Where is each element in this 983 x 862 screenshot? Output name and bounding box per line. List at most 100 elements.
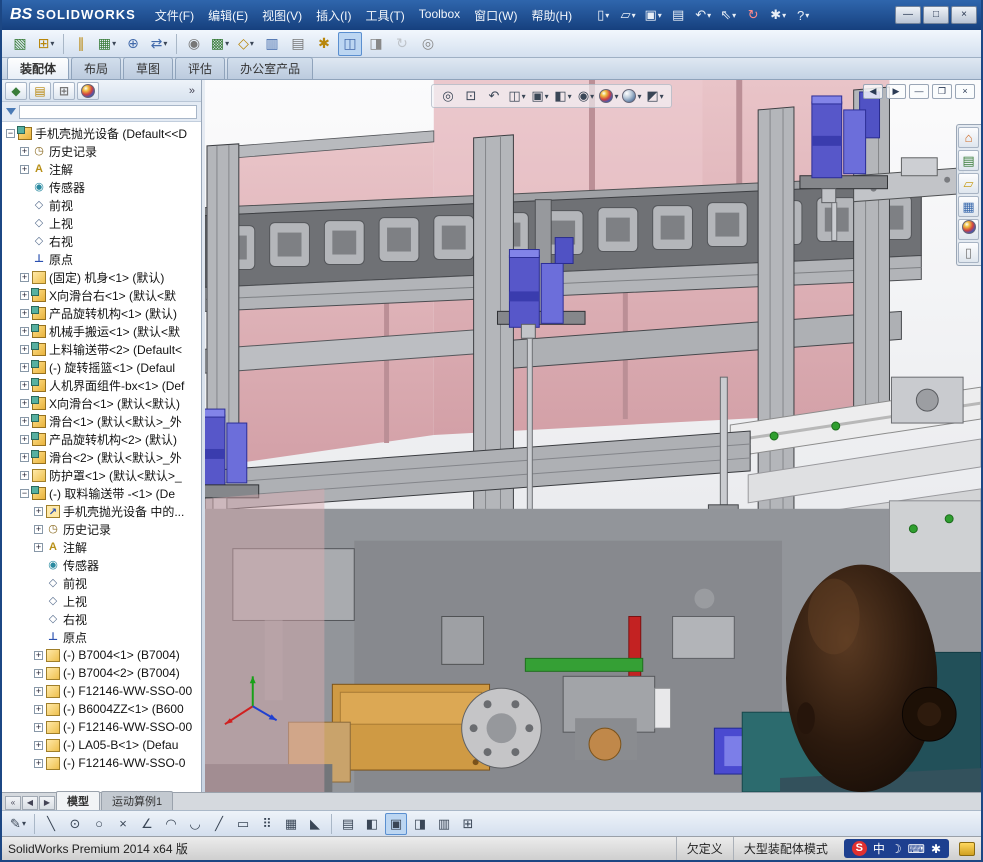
menu-item[interactable]: 文件(F) [148, 3, 201, 28]
expand-plus-box[interactable]: + [20, 308, 29, 318]
spline-tool-button[interactable]: ╱ [208, 813, 230, 835]
filter-input[interactable] [19, 104, 197, 119]
close-document-button[interactable]: × [955, 84, 975, 99]
tree-row[interactable]: + (固定) 机身<1> (默认) [2, 268, 201, 286]
tree-row[interactable]: ◇ 前视 [2, 196, 201, 214]
tree-row[interactable]: + A 注解 [2, 538, 201, 556]
menu-item[interactable]: 编辑(E) [201, 3, 255, 28]
select-button[interactable]: ⇖ ▾ [716, 3, 740, 27]
tree-row[interactable]: ◇ 上视 [2, 214, 201, 232]
isolate-button[interactable]: ◎ [416, 32, 440, 56]
tab-scroll-prev-button[interactable]: ◀ [22, 796, 38, 810]
view-orientation-button[interactable]: ▣ ▾ [530, 86, 550, 106]
menu-item[interactable]: 窗口(W) [467, 3, 524, 28]
menu-item[interactable]: Toolbox [412, 3, 467, 28]
model-tab[interactable]: 模型 [56, 791, 100, 810]
open-document-button[interactable]: ▱ ▾ [616, 3, 640, 27]
expand-plus-box[interactable]: + [20, 290, 29, 300]
component-pattern-button[interactable]: ▦ ▾ [95, 32, 119, 56]
tree-row[interactable]: + (-) 旋转摇篮<1> (Defaul [2, 358, 201, 376]
smart-fasteners-button[interactable]: ⊕ [121, 32, 145, 56]
appearances-button[interactable] [958, 219, 979, 240]
expand-plus-box[interactable]: + [20, 416, 29, 426]
simulation-button[interactable]: ↻ [390, 32, 414, 56]
expand-minus-box[interactable]: − [20, 488, 29, 498]
expand-plus-box[interactable]: + [34, 668, 43, 678]
trim-tool-button[interactable]: × [112, 813, 134, 835]
previous-window-button[interactable]: ◀ [863, 84, 883, 99]
expand-plus-box[interactable]: + [34, 758, 43, 768]
expand-plus-box[interactable]: + [34, 650, 43, 660]
tree-row[interactable]: ◇ 右视 [2, 232, 201, 250]
tree-row[interactable]: ◇ 前视 [2, 574, 201, 592]
tree-row[interactable]: + ◷ 历史记录 [2, 142, 201, 160]
commandmanager-tab[interactable]: 草图 [123, 57, 174, 79]
graphics-area[interactable]: ◎ ⊡ ↶ ◫ ▾ ▣ ▾ ◧ ▾ ◉ ▾ ▾ ▾ ◩ ▾ ◀ ▶ — ❐ × ⌂ ▤ ▱ ▦ ▯ [205, 80, 981, 792]
tree-row[interactable]: + 滑台<1> (默认<默认>_外 [2, 412, 201, 430]
tree-row[interactable]: + 产品旋转机构<2> (默认) [2, 430, 201, 448]
tab-scroll-next-button[interactable]: ▶ [39, 796, 55, 810]
tab-scroll-first-button[interactable]: « [5, 796, 21, 810]
insert-components-button[interactable]: ⊞ ▾ [34, 32, 58, 56]
design-library-button[interactable]: ▤ [958, 150, 979, 171]
expand-plus-box[interactable]: + [20, 434, 29, 444]
wireframe-view-button[interactable]: ◧ [361, 813, 383, 835]
expand-plus-box[interactable]: + [20, 326, 29, 336]
tree-row[interactable]: − (-) 取料输送带 -<1> (De [2, 484, 201, 502]
sketch-flyout-button[interactable]: ✎ ▾ [7, 813, 29, 835]
expand-plus-box[interactable]: + [20, 362, 29, 372]
commandmanager-tab[interactable]: 评估 [175, 57, 226, 79]
ime-soft-keyboard-icon[interactable]: ⌨ [908, 842, 925, 856]
expand-plus-box[interactable]: + [20, 164, 29, 174]
featuremanager-tab-button[interactable]: ◆ [5, 81, 27, 100]
sogou-logo-icon[interactable]: S [851, 841, 867, 856]
chamfer-tool-button[interactable]: ◣ [304, 813, 326, 835]
expand-plus-box[interactable]: + [20, 146, 29, 156]
configurationmanager-tab-button[interactable]: ⊞ [53, 81, 75, 100]
tree-row[interactable]: + X向滑台<1> (默认<默认) [2, 394, 201, 412]
close-button[interactable]: × [951, 6, 977, 24]
3d-viewport[interactable] [205, 80, 981, 792]
reference-geometry-button[interactable]: ◇ ▾ [234, 32, 258, 56]
expand-plus-box[interactable]: + [34, 722, 43, 732]
ime-toolbox-icon[interactable]: ✱ [931, 842, 941, 856]
pattern-tool-button[interactable]: ▦ [280, 813, 302, 835]
next-window-button[interactable]: ▶ [886, 84, 906, 99]
expand-plus-box[interactable]: + [34, 524, 43, 534]
assembly-features-button[interactable]: ▩ ▾ [208, 32, 232, 56]
tree-row[interactable]: + ◷ 历史记录 [2, 520, 201, 538]
commandmanager-tab[interactable]: 装配体 [7, 57, 70, 79]
displaymanager-tab-button[interactable] [77, 81, 99, 100]
section-display-button[interactable]: ◨ [409, 813, 431, 835]
maximize-button[interactable]: □ [923, 6, 949, 24]
tree-row[interactable]: + (-) B7004<2> (B7004) [2, 664, 201, 682]
ime-fullwidth-mode-icon[interactable]: ☽ [891, 842, 902, 856]
expand-plus-box[interactable]: + [20, 470, 29, 480]
tree-row[interactable]: + 防护罩<1> (默认<默认>_ [2, 466, 201, 484]
tree-row[interactable]: + (-) LA05-B<1> (Defau [2, 736, 201, 754]
expand-plus-box[interactable]: + [20, 344, 29, 354]
restore-document-button[interactable]: ❐ [932, 84, 952, 99]
filter-funnel-icon[interactable] [6, 108, 16, 115]
tree-row[interactable]: + 机械手搬运<1> (默认<默 [2, 322, 201, 340]
options-button[interactable]: ✱ ▾ [766, 3, 790, 27]
apply-scene-button[interactable]: ▾ [622, 86, 642, 106]
tree-row[interactable]: + (-) B7004<1> (B7004) [2, 646, 201, 664]
commandmanager-tab[interactable]: 布局 [71, 57, 122, 79]
expand-plus-box[interactable]: + [34, 740, 43, 750]
menu-item[interactable]: 插入(I) [309, 3, 358, 28]
tree-row[interactable]: + (-) F12146-WW-SSO-0 [2, 754, 201, 772]
tree-row[interactable]: ◇ 右视 [2, 610, 201, 628]
edit-appearance-button[interactable]: ▾ [599, 86, 619, 106]
expand-plus-box[interactable]: + [34, 506, 43, 516]
tree-row[interactable]: ◉ 传感器 [2, 556, 201, 574]
undo-button[interactable]: ↶ ▾ [691, 3, 715, 27]
expand-plus-box[interactable]: + [34, 704, 43, 714]
tree-row[interactable]: + X向滑台右<1> (默认<默 [2, 286, 201, 304]
arc-tool-button[interactable]: ◠ [160, 813, 182, 835]
view-palette-button[interactable]: ▦ [958, 196, 979, 217]
view-settings-button[interactable]: ◩ ▾ [645, 86, 665, 106]
rectangle-tool-button[interactable]: ▭ [232, 813, 254, 835]
ellipse-tool-button[interactable]: ○ [88, 813, 110, 835]
rebuild-button[interactable]: ↻ [741, 3, 765, 27]
